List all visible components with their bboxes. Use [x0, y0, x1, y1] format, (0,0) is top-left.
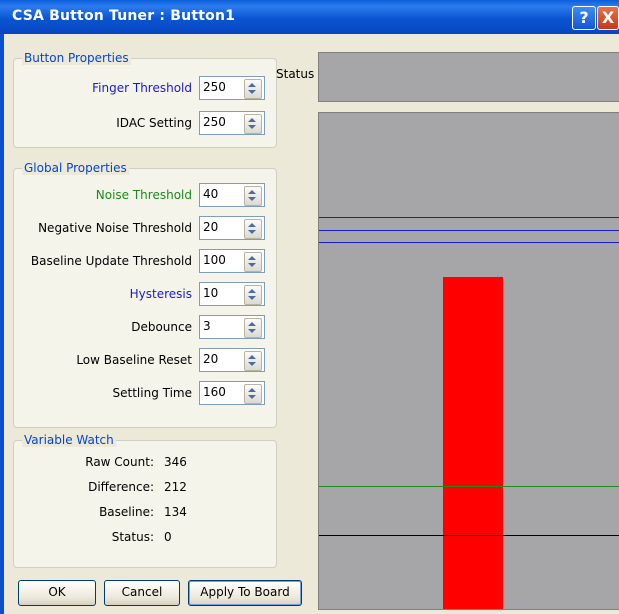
low-baseline-reset-spinner[interactable]: 20: [199, 348, 265, 372]
raw-count-label: Raw Count:: [85, 455, 154, 469]
spinner-arrows-icon[interactable]: [244, 219, 262, 239]
finger-threshold-label: Finger Threshold: [92, 81, 192, 95]
help-button[interactable]: ?: [572, 6, 596, 30]
help-icon: ?: [579, 8, 589, 27]
difference-value: 212: [164, 480, 187, 494]
apply-to-board-button[interactable]: Apply To Board: [188, 580, 302, 606]
status-display: [318, 52, 619, 102]
close-icon: X: [601, 8, 615, 27]
spinner-arrows-icon[interactable]: [244, 318, 262, 338]
baseline-update-threshold-value[interactable]: 100: [203, 253, 226, 267]
hysteresis-label: Hysteresis: [129, 287, 192, 301]
idac-setting-label: IDAC Setting: [116, 116, 192, 130]
difference-label: Difference:: [88, 480, 154, 494]
spinner-arrows-icon[interactable]: [244, 79, 262, 99]
spinner-arrows-icon[interactable]: [244, 351, 262, 371]
noise-threshold-row: Noise Threshold: [14, 183, 192, 207]
close-button[interactable]: X: [597, 6, 619, 30]
settling-time-value[interactable]: 160: [203, 385, 226, 399]
settling-time-row: Settling Time: [14, 381, 192, 405]
baseline-value: 134: [164, 505, 187, 519]
status-watch-label: Status:: [111, 530, 154, 544]
baseline-line: [319, 535, 619, 536]
debounce-spinner[interactable]: 3: [199, 315, 265, 339]
idac-setting-value[interactable]: 250: [203, 115, 226, 129]
hysteresis-value[interactable]: 10: [203, 286, 218, 300]
noise-threshold-line: [319, 486, 619, 487]
hysteresis-row: Hysteresis: [14, 282, 192, 306]
finger-threshold-line: [319, 217, 619, 218]
baseline-update-threshold-spinner[interactable]: 100: [199, 249, 265, 273]
hysteresis-upper-line: [319, 230, 619, 231]
window-frame-left: [0, 34, 4, 614]
negative-noise-threshold-row: Negative Noise Threshold: [14, 216, 192, 240]
settling-time-spinner[interactable]: 160: [199, 381, 265, 405]
spinner-arrows-icon[interactable]: [244, 252, 262, 272]
ok-button[interactable]: OK: [18, 580, 96, 606]
debounce-row: Debounce: [14, 315, 192, 339]
negative-noise-threshold-value[interactable]: 20: [203, 220, 218, 234]
finger-threshold-spinner[interactable]: 250: [199, 76, 265, 100]
status-label: Status: [276, 67, 315, 81]
low-baseline-reset-value[interactable]: 20: [203, 352, 218, 366]
idac-setting-row: IDAC Setting: [14, 111, 192, 135]
global-properties-title: Global Properties: [22, 161, 129, 175]
low-baseline-reset-row: Low Baseline Reset: [14, 348, 192, 372]
idac-setting-spinner[interactable]: 250: [199, 111, 265, 135]
spinner-arrows-icon[interactable]: [244, 384, 262, 404]
variable-watch-title: Variable Watch: [22, 433, 116, 447]
debounce-label: Debounce: [131, 320, 192, 334]
button-properties-group: Button Properties Finger Threshold 250 I…: [13, 51, 277, 148]
noise-threshold-spinner[interactable]: 40: [199, 183, 265, 207]
title-bar: CSA Button Tuner : Button1 ? X: [0, 0, 619, 34]
difference-bar: [443, 277, 503, 609]
low-baseline-reset-label: Low Baseline Reset: [76, 353, 192, 367]
spinner-arrows-icon[interactable]: [244, 186, 262, 206]
spinner-arrows-icon[interactable]: [244, 114, 262, 134]
hysteresis-lower-line: [319, 242, 619, 243]
debounce-value[interactable]: 3: [203, 319, 211, 333]
baseline-update-threshold-row: Baseline Update Threshold: [14, 249, 192, 273]
window-title: CSA Button Tuner : Button1: [12, 8, 236, 24]
global-properties-group: Global Properties Noise Threshold 40 Neg…: [13, 161, 277, 428]
noise-threshold-value[interactable]: 40: [203, 187, 218, 201]
spinner-arrows-icon[interactable]: [244, 285, 262, 305]
status-watch-value: 0: [164, 530, 172, 544]
settling-time-label: Settling Time: [112, 386, 192, 400]
signal-plot: [318, 112, 619, 610]
raw-count-value: 346: [164, 455, 187, 469]
negative-noise-threshold-label: Negative Noise Threshold: [38, 221, 192, 235]
cancel-button[interactable]: Cancel: [104, 580, 180, 606]
noise-threshold-label: Noise Threshold: [95, 188, 192, 202]
baseline-update-threshold-label: Baseline Update Threshold: [30, 254, 192, 268]
variable-watch-group: Variable Watch Raw Count: 346 Difference…: [13, 433, 277, 568]
baseline-label: Baseline:: [99, 505, 154, 519]
finger-threshold-row: Finger Threshold: [14, 76, 192, 100]
negative-noise-threshold-spinner[interactable]: 20: [199, 216, 265, 240]
finger-threshold-value[interactable]: 250: [203, 80, 226, 94]
button-properties-title: Button Properties: [22, 51, 131, 65]
hysteresis-spinner[interactable]: 10: [199, 282, 265, 306]
